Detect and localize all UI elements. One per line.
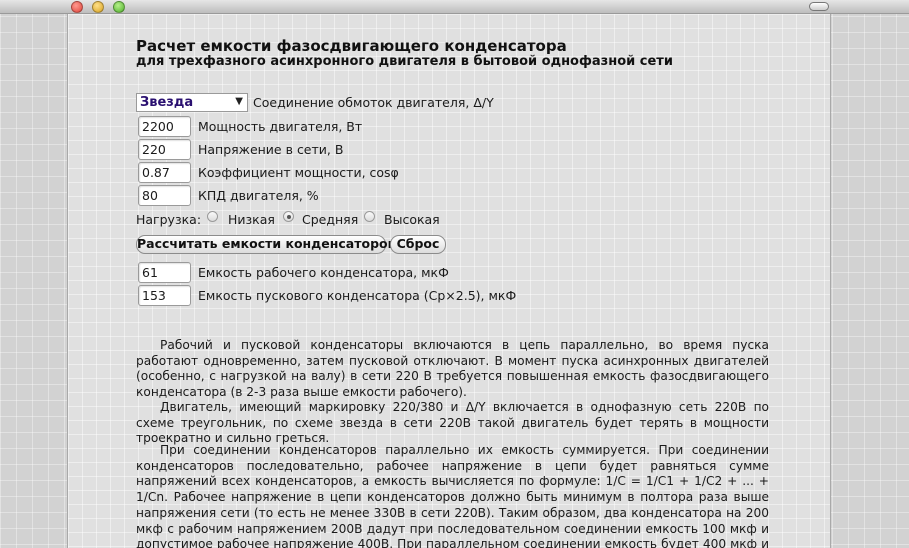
load-medium-radio[interactable] <box>283 211 294 222</box>
working-capacitor-label: Емкость рабочего конденсатора, мкФ <box>198 265 449 280</box>
load-high-radio[interactable] <box>364 211 375 222</box>
page-subtitle: для трехфазного асинхронного двигателя в… <box>136 54 673 69</box>
minimize-window-icon[interactable] <box>92 1 104 13</box>
network-voltage-label: Напряжение в сети, В <box>198 142 344 157</box>
network-voltage-input[interactable]: 220 <box>138 139 191 160</box>
winding-connection-value: Звезда <box>140 95 194 110</box>
motor-power-input[interactable]: 2200 <box>138 116 191 137</box>
load-medium-label: Средняя <box>302 212 359 227</box>
calculate-button[interactable]: Рассчитать емкости конденсаторов <box>136 235 396 254</box>
working-capacitor-output[interactable]: 61 <box>138 262 191 283</box>
load-low-radio[interactable] <box>207 211 218 222</box>
toolbar-toggle-icon[interactable] <box>809 2 829 11</box>
load-high-label: Высокая <box>384 212 440 227</box>
power-factor-label: Коэффициент мощности, cosφ <box>198 165 399 180</box>
motor-efficiency-label: КПД двигателя, % <box>198 188 319 203</box>
close-window-icon[interactable] <box>71 1 83 13</box>
motor-efficiency-input[interactable]: 80 <box>138 185 191 206</box>
starting-capacitor-label: Емкость пускового конденсатора (Ср×2.5),… <box>198 288 517 303</box>
window-titlebar <box>0 0 909 14</box>
winding-connection-select[interactable]: Звезда ▼ <box>136 93 248 112</box>
starting-capacitor-output[interactable]: 153 <box>138 285 191 306</box>
power-factor-input[interactable]: 0.87 <box>138 162 191 183</box>
article-paragraph-3: При соединении конденсаторов параллельно… <box>136 443 770 548</box>
article-paragraph-2: Двигатель, имеющий маркировку 220/380 и … <box>136 400 769 446</box>
winding-connection-label: Соединение обмоток двигателя, Δ/Y <box>253 95 494 110</box>
page-title: Расчет емкости фазосдвигающего конденсат… <box>136 37 567 55</box>
reset-button[interactable]: Сброс <box>390 235 446 254</box>
article-paragraph-1: Рабочий и пусковой конденсаторы включают… <box>136 338 769 400</box>
load-label: Нагрузка: <box>136 212 202 227</box>
zoom-window-icon[interactable] <box>113 1 125 13</box>
load-low-label: Низкая <box>228 212 275 227</box>
motor-power-label: Мощность двигателя, Вт <box>198 119 363 134</box>
dropdown-arrow-icon: ▼ <box>235 96 243 107</box>
